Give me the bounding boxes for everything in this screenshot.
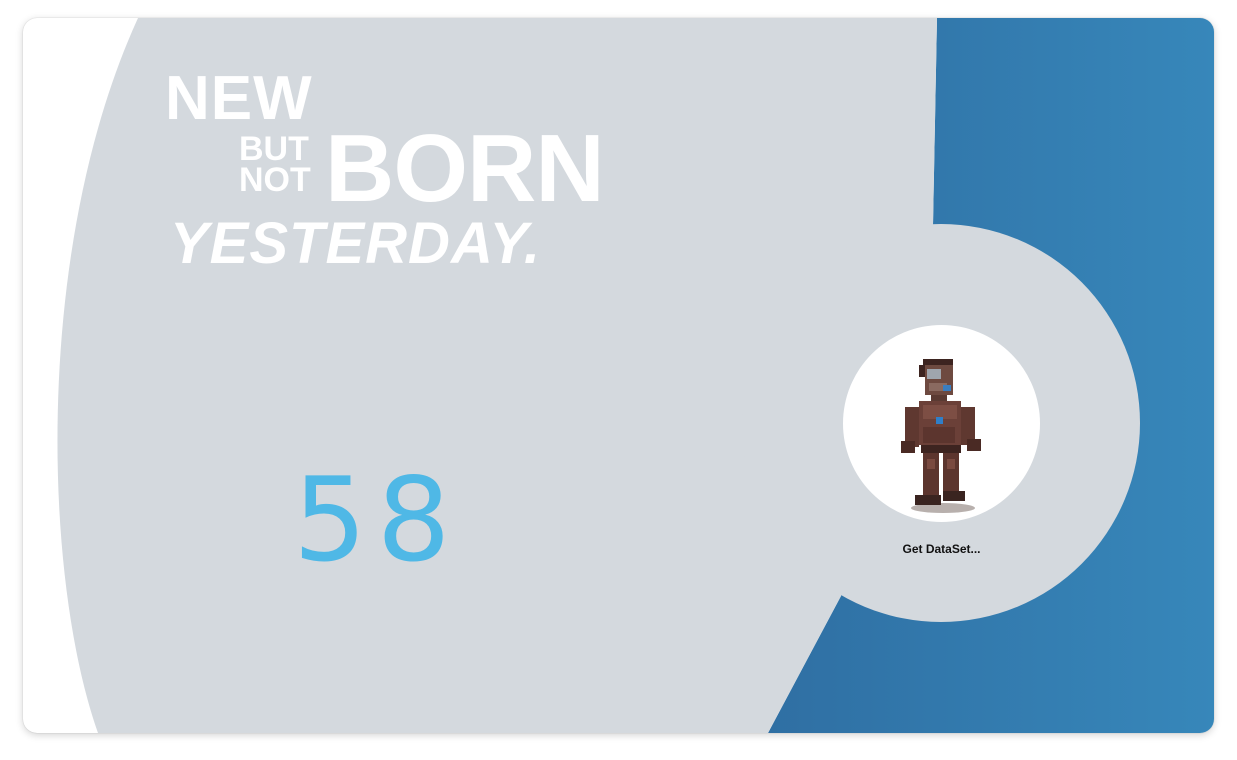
- headline: NEW BUT NOT BORN YESTERDAY.: [23, 18, 723, 318]
- app-window: NEW BUT NOT BORN YESTERDAY. 58 Get DataS…: [23, 18, 1214, 733]
- status-label: Get DataSet...: [902, 542, 981, 556]
- headline-born: BORN: [325, 115, 605, 222]
- counter-value: 58: [293, 453, 461, 588]
- pixel-character-sprite-icon: [901, 359, 981, 513]
- avatar[interactable]: [843, 325, 1040, 522]
- headline-yesterday: YESTERDAY.: [170, 211, 541, 276]
- headline-new: NEW: [165, 64, 313, 133]
- headline-not: NOT: [239, 161, 311, 199]
